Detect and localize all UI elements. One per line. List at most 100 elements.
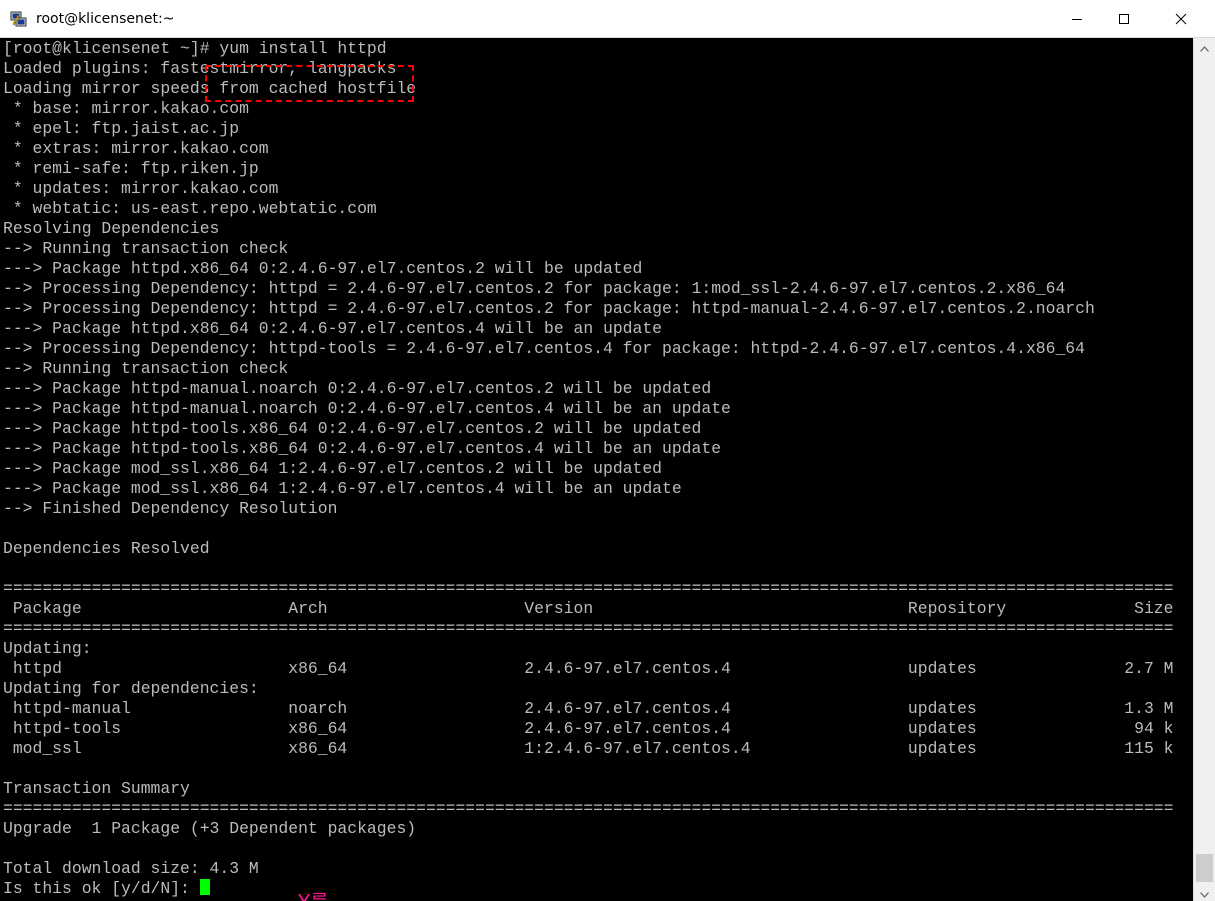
close-button[interactable] — [1158, 0, 1204, 37]
terminal-line-text: --> Running transaction check — [3, 239, 289, 258]
terminal-line-text: ---> Package httpd-manual.noarch 0:2.4.6… — [3, 399, 731, 418]
terminal-line: Loaded plugins: fastestmirror, langpacks — [3, 59, 1173, 79]
terminal-line: --> Running transaction check — [3, 239, 1173, 259]
terminal-line-text: Dependencies Resolved — [3, 539, 210, 558]
terminal-line: httpd-tools x86_64 2.4.6-97.el7.centos.4… — [3, 719, 1174, 739]
terminal-line-text: Updating: — [3, 639, 92, 658]
terminal-line-text: ========================================… — [3, 579, 1174, 598]
terminal-line-text: Package Arch Version Repository Size — [3, 599, 1174, 618]
terminal-line-text: --> Processing Dependency: httpd-tools =… — [3, 339, 1085, 358]
terminal-line: --> Processing Dependency: httpd = 2.4.6… — [3, 279, 1173, 299]
terminal-line-text: * remi-safe: ftp.riken.jp — [3, 159, 259, 178]
terminal-line: Package Arch Version Repository Size — [3, 599, 1174, 619]
terminal-line-text: Upgrade 1 Package (+3 Dependent packages… — [3, 819, 417, 838]
terminal-line-text: Transaction Summary — [3, 779, 190, 798]
minimize-icon — [1071, 13, 1083, 25]
terminal-line: Is this ok [y/d/N]: — [3, 879, 1173, 899]
putty-icon[interactable] — [10, 10, 28, 28]
terminal-line-text: * epel: ftp.jaist.ac.jp — [3, 119, 240, 138]
terminal-line: ========================================… — [3, 799, 1173, 819]
terminal-line-text: ---> Package mod_ssl.x86_64 1:2.4.6-97.e… — [3, 479, 682, 498]
terminal-line: ---> Package httpd-tools.x86_64 0:2.4.6-… — [3, 439, 1173, 459]
terminal-line: * base: mirror.kakao.com — [3, 99, 1173, 119]
terminal-window: root@klicensenet:~ [root@klicensenet ~]#… — [0, 0, 1215, 901]
terminal-line-text: Updating for dependencies: — [3, 679, 259, 698]
scroll-down-arrow-icon — [1200, 883, 1209, 901]
terminal-line: Updating for dependencies: — [3, 679, 1173, 699]
terminal-line: --> Finished Dependency Resolution — [3, 499, 1173, 519]
terminal-line: Dependencies Resolved — [3, 539, 1173, 559]
terminal-line-text: mod_ssl x86_64 1:2.4.6-97.el7.centos.4 u… — [3, 739, 1174, 758]
terminal-line: Upgrade 1 Package (+3 Dependent packages… — [3, 819, 1173, 839]
scroll-up-button[interactable] — [1194, 38, 1215, 55]
terminal-line-text: ---> Package httpd-tools.x86_64 0:2.4.6-… — [3, 419, 702, 438]
terminal-line-text: Is this ok [y/d/N]: — [3, 879, 200, 898]
terminal-line: --> Processing Dependency: httpd-tools =… — [3, 339, 1173, 359]
terminal-line-text: ---> Package httpd.x86_64 0:2.4.6-97.el7… — [3, 259, 643, 278]
terminal-line: httpd-manual noarch 2.4.6-97.el7.centos.… — [3, 699, 1174, 719]
terminal-line: [root@klicensenet ~]# yum install httpd — [3, 39, 1173, 59]
terminal-line-text: * base: mirror.kakao.com — [3, 99, 249, 118]
terminal-line: * extras: mirror.kakao.com — [3, 139, 1173, 159]
terminal-line-text: ========================================… — [3, 799, 1174, 818]
terminal-line: Resolving Dependencies — [3, 219, 1173, 239]
terminal-line: * webtatic: us-east.repo.webtatic.com — [3, 199, 1173, 219]
title-bar[interactable]: root@klicensenet:~ — [0, 0, 1215, 38]
terminal-line-text: ---> Package mod_ssl.x86_64 1:2.4.6-97.e… — [3, 459, 663, 478]
terminal-line: ---> Package httpd-manual.noarch 0:2.4.6… — [3, 379, 1173, 399]
terminal-line: ---> Package mod_ssl.x86_64 1:2.4.6-97.e… — [3, 459, 1173, 479]
terminal-line-text: ---> Package httpd-manual.noarch 0:2.4.6… — [3, 379, 712, 398]
terminal-line-text: httpd-tools x86_64 2.4.6-97.el7.centos.4… — [3, 719, 1174, 738]
close-icon — [1175, 13, 1187, 25]
terminal-line-text: * extras: mirror.kakao.com — [3, 139, 269, 158]
terminal-line-text: ---> Package httpd-tools.x86_64 0:2.4.6-… — [3, 439, 722, 458]
terminal-cursor — [199, 879, 210, 895]
terminal-line-text: Loaded plugins: fastestmirror, langpacks — [3, 59, 397, 78]
terminal-line: Total download size: 4.3 M — [3, 859, 1173, 879]
window-title: root@klicensenet:~ — [36, 11, 175, 27]
scroll-down-button[interactable] — [1194, 884, 1215, 901]
terminal-line: --> Running transaction check — [3, 359, 1173, 379]
maximize-button[interactable] — [1101, 0, 1147, 37]
maximize-icon — [1118, 13, 1130, 25]
minimize-button[interactable] — [1054, 0, 1100, 37]
scroll-thumb[interactable] — [1196, 854, 1213, 882]
terminal-line-text: Resolving Dependencies — [3, 219, 220, 238]
terminal-line: Transaction Summary — [3, 779, 1173, 799]
terminal-line-text: Total download size: 4.3 M — [3, 859, 259, 878]
terminal-line: ---> Package httpd-tools.x86_64 0:2.4.6-… — [3, 419, 1173, 439]
terminal-line: ---> Package httpd.x86_64 0:2.4.6-97.el7… — [3, 319, 1173, 339]
vertical-scrollbar[interactable] — [1193, 38, 1215, 901]
terminal-line: ---> Package mod_ssl.x86_64 1:2.4.6-97.e… — [3, 479, 1173, 499]
terminal-line-text: httpd x86_64 2.4.6-97.el7.centos.4 updat… — [3, 659, 1174, 678]
terminal-line-text: [root@klicensenet ~]# yum install httpd — [3, 39, 387, 58]
terminal-lines: [root@klicensenet ~]# yum install httpd L… — [3, 39, 1173, 899]
terminal-line: * remi-safe: ftp.riken.jp — [3, 159, 1173, 179]
terminal-line: * updates: mirror.kakao.com — [3, 179, 1173, 199]
terminal-line: httpd x86_64 2.4.6-97.el7.centos.4 updat… — [3, 659, 1174, 679]
annotation-label: Y를 — [298, 890, 329, 901]
terminal-line: Loading mirror speeds from cached hostfi… — [3, 79, 1173, 99]
terminal-line-text: --> Running transaction check — [3, 359, 289, 378]
terminal-line-text: Loading mirror speeds from cached hostfi… — [3, 79, 417, 98]
terminal-line-text: * updates: mirror.kakao.com — [3, 179, 279, 198]
terminal-line-text: ---> Package httpd.x86_64 0:2.4.6-97.el7… — [3, 319, 663, 338]
terminal-line: mod_ssl x86_64 1:2.4.6-97.el7.centos.4 u… — [3, 739, 1174, 759]
terminal-line: ========================================… — [3, 579, 1173, 599]
terminal-output[interactable]: [root@klicensenet ~]# yum install httpd L… — [0, 38, 1193, 901]
terminal-line: ---> Package httpd-manual.noarch 0:2.4.6… — [3, 399, 1173, 419]
terminal-line-text: httpd-manual noarch 2.4.6-97.el7.centos.… — [3, 699, 1174, 718]
terminal-line-text: --> Finished Dependency Resolution — [3, 499, 338, 518]
terminal-line: ---> Package httpd.x86_64 0:2.4.6-97.el7… — [3, 259, 1173, 279]
terminal-line: Updating: — [3, 639, 1173, 659]
terminal-line-text: --> Processing Dependency: httpd = 2.4.6… — [3, 279, 1066, 298]
terminal-line: --> Processing Dependency: httpd = 2.4.6… — [3, 299, 1173, 319]
terminal-line-text: * webtatic: us-east.repo.webtatic.com — [3, 199, 377, 218]
scroll-up-arrow-icon — [1200, 37, 1209, 56]
terminal-line: * epel: ftp.jaist.ac.jp — [3, 119, 1173, 139]
terminal-line: ========================================… — [3, 619, 1173, 639]
